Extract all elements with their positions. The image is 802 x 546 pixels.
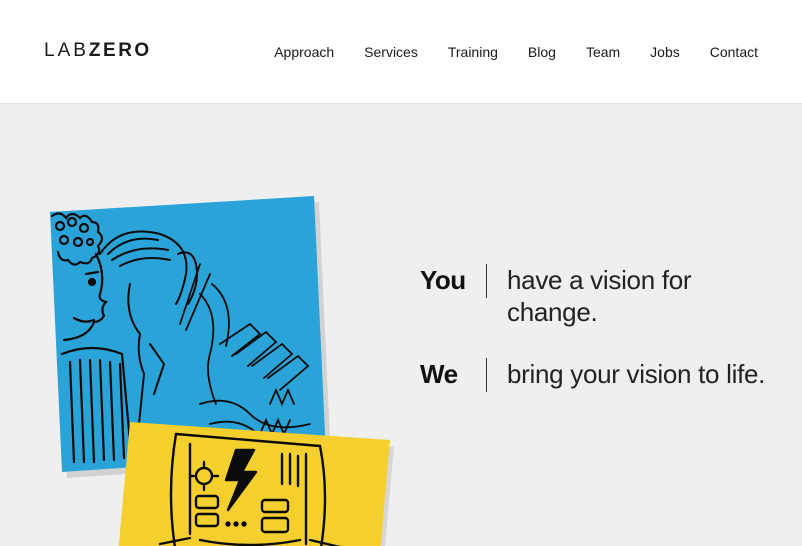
tagline-divider xyxy=(486,358,487,392)
logo-text-lab: LAB xyxy=(44,40,89,61)
tagline-subject-we: We xyxy=(420,359,458,389)
nav-item-blog[interactable]: Blog xyxy=(528,43,556,61)
tagline-subject-you: You xyxy=(420,265,466,295)
main-nav: Approach Services Training Blog Team Job… xyxy=(244,43,758,61)
nav-item-training[interactable]: Training xyxy=(448,43,498,61)
sticky-notes-illustration xyxy=(50,196,394,546)
nav-item-approach[interactable]: Approach xyxy=(274,43,334,61)
nav-item-team[interactable]: Team xyxy=(586,43,620,61)
tagline-text-you: have a vision for change. xyxy=(507,265,692,327)
tagline-row-you: You have a vision for change. xyxy=(420,264,780,328)
logo-text-zero: ZERO xyxy=(88,40,152,61)
nav-item-services[interactable]: Services xyxy=(364,43,418,61)
tagline-divider xyxy=(486,264,487,298)
yellow-sticky-note xyxy=(118,422,394,546)
tagline-row-we: We bring your vision to life. xyxy=(420,358,780,392)
nav-item-jobs[interactable]: Jobs xyxy=(650,43,680,61)
hero-section: You have a vision for change. We bring y… xyxy=(0,104,802,546)
tagline-text-we: bring your vision to life. xyxy=(507,359,766,389)
hero-tagline: You have a vision for change. We bring y… xyxy=(420,264,780,422)
site-header: LABZERO Approach Services Training Blog … xyxy=(0,0,802,104)
labzero-logo[interactable]: LABZERO xyxy=(44,40,152,62)
nav-item-contact[interactable]: Contact xyxy=(710,43,758,61)
